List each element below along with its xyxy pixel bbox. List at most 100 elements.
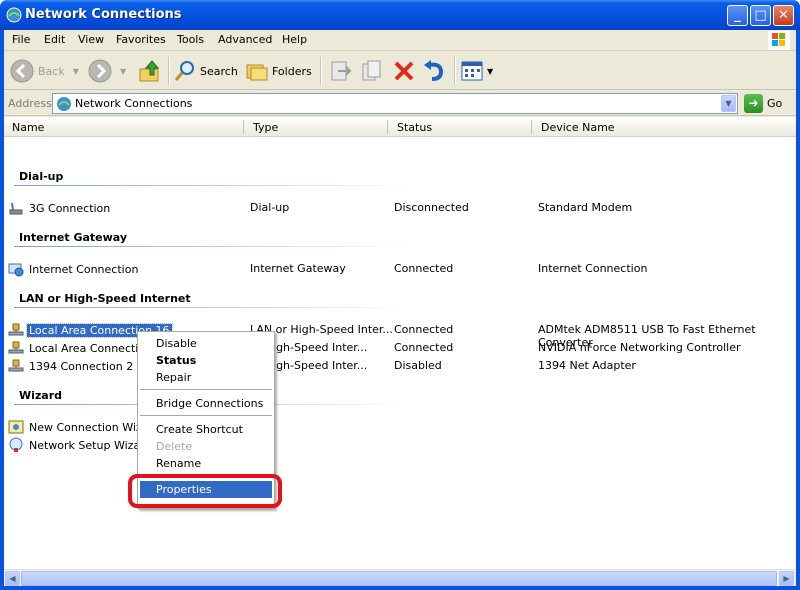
list-item[interactable]: 1394 Connection 2 or High-Speed Inter...…	[8, 356, 796, 374]
menu-separator	[140, 415, 272, 416]
maximize-button[interactable]: □	[750, 5, 771, 26]
item-status: Connected	[394, 323, 454, 336]
search-icon	[174, 61, 194, 81]
window-frame-right	[796, 30, 800, 590]
group-header-gateway: Internet Gateway	[19, 231, 128, 244]
scrollbar-thumb[interactable]	[21, 571, 777, 586]
copy-to-button[interactable]	[360, 58, 384, 84]
lan-connection-icon	[8, 359, 24, 372]
undo-button[interactable]	[422, 58, 446, 84]
go-button[interactable]: ➜ Go	[744, 94, 782, 113]
windows-logo-icon	[768, 31, 790, 50]
lan-connection-icon	[8, 323, 24, 336]
network-connections-icon	[57, 97, 71, 111]
address-value: Network Connections	[75, 97, 193, 110]
item-device: 1394 Net Adapter	[538, 359, 636, 372]
toolbar: Back ▼ ▼ Search Folders ▼	[4, 52, 796, 90]
item-name: Network Setup Wizard	[29, 438, 152, 452]
column-header-status[interactable]: Status	[397, 121, 432, 134]
explorer-window: Network Connections _ □ ✕ File Edit View…	[0, 0, 800, 590]
group-header-dialup: Dial-up	[19, 170, 64, 183]
network-setup-wizard-icon	[9, 437, 23, 452]
toolbar-separator	[320, 57, 322, 85]
toolbar-separator	[168, 57, 170, 85]
list-item[interactable]: Local Area Connection or High-Speed Inte…	[8, 338, 796, 356]
menu-help[interactable]: Help	[282, 33, 307, 46]
delete-button[interactable]	[392, 58, 416, 84]
window-title: Network Connections	[25, 7, 182, 22]
item-status: Disabled	[394, 359, 442, 372]
folders-button[interactable]: Folders	[246, 58, 312, 84]
scroll-left-button[interactable]: ◀	[5, 571, 20, 586]
go-arrow-icon: ➜	[744, 94, 763, 113]
item-status: Connected	[394, 262, 454, 275]
new-connection-wizard-icon	[8, 420, 24, 434]
views-icon	[461, 61, 483, 81]
menu-bar: File Edit View Favorites Tools Advanced …	[4, 30, 796, 51]
move-to-button[interactable]	[328, 58, 352, 84]
menu-advanced[interactable]: Advanced	[218, 33, 272, 46]
close-button[interactable]: ✕	[773, 5, 794, 26]
list-item[interactable]: Network Setup Wizard ard	[8, 435, 796, 453]
file-list-view[interactable]: Name Type Status Device Name Dial-up 3G …	[4, 117, 796, 569]
group-header-lan: LAN or High-Speed Internet	[19, 292, 191, 305]
modem-connection-icon	[9, 202, 23, 215]
search-label: Search	[200, 64, 238, 78]
item-status: Disconnected	[394, 201, 469, 214]
menu-item-disable[interactable]: Disable	[140, 335, 272, 352]
item-device: Internet Connection	[538, 262, 648, 275]
address-field[interactable]: Network Connections ▼	[52, 93, 738, 114]
menu-file[interactable]: File	[12, 33, 30, 46]
menu-view[interactable]: View	[78, 33, 104, 46]
menu-item-repair[interactable]: Repair	[140, 369, 272, 386]
group-divider	[14, 185, 414, 186]
internet-gateway-icon	[8, 263, 24, 277]
menu-separator	[140, 389, 272, 390]
list-item[interactable]: Local Area Connection 16 LAN or High-Spe…	[8, 320, 796, 349]
menu-item-bridge-connections[interactable]: Bridge Connections	[140, 395, 272, 412]
back-button[interactable]: Back ▼	[10, 58, 79, 84]
menu-item-status[interactable]: Status	[140, 352, 272, 369]
address-dropdown-button[interactable]: ▼	[721, 95, 736, 112]
list-item[interactable]: New Connection Wizard ard	[8, 417, 796, 435]
address-bar: Address Network Connections ▼ ➜ Go	[4, 91, 796, 116]
column-divider[interactable]	[243, 120, 244, 134]
column-header-device-name[interactable]: Device Name	[541, 121, 615, 134]
back-label: Back	[38, 64, 65, 78]
menu-tools[interactable]: Tools	[177, 33, 204, 46]
column-divider[interactable]	[387, 120, 388, 134]
menu-favorites[interactable]: Favorites	[116, 33, 166, 46]
list-item[interactable]: Internet Connection Internet Gateway Con…	[8, 259, 796, 277]
scroll-right-button[interactable]: ▶	[779, 571, 794, 586]
up-folder-button[interactable]	[138, 58, 162, 84]
item-name: Internet Connection	[29, 262, 139, 276]
column-header-name[interactable]: Name	[12, 121, 44, 134]
item-name: Local Area Connection	[29, 341, 153, 355]
folders-label: Folders	[272, 64, 312, 78]
network-connections-icon	[6, 7, 22, 23]
list-item[interactable]: 3G Connection Dial-up Disconnected Stand…	[8, 198, 796, 216]
column-header-type[interactable]: Type	[253, 121, 278, 134]
menu-edit[interactable]: Edit	[44, 33, 65, 46]
column-divider[interactable]	[531, 120, 532, 134]
up-folder-icon	[139, 60, 160, 82]
views-button[interactable]: ▼	[460, 58, 493, 84]
window-frame-bottom	[0, 586, 800, 590]
horizontal-scrollbar[interactable]: ◀ ▶	[4, 569, 796, 586]
group-divider	[14, 246, 414, 247]
title-bar[interactable]: Network Connections _ □ ✕	[0, 0, 800, 30]
go-label: Go	[767, 97, 783, 110]
menu-item-rename[interactable]: Rename	[140, 455, 272, 472]
menu-item-create-shortcut[interactable]: Create Shortcut	[140, 421, 272, 438]
window-client: File Edit View Favorites Tools Advanced …	[4, 30, 796, 586]
toolbar-separator	[454, 57, 456, 85]
delete-x-icon	[394, 61, 414, 81]
move-to-icon	[331, 61, 352, 81]
search-button[interactable]: Search	[174, 58, 238, 84]
group-divider	[14, 307, 414, 308]
back-dropdown-icon: ▼	[72, 66, 79, 76]
group-header-wizard: Wizard	[19, 389, 63, 402]
menu-item-delete[interactable]: Delete	[140, 438, 272, 455]
forward-button[interactable]: ▼	[88, 58, 126, 84]
minimize-button[interactable]: _	[727, 5, 748, 26]
